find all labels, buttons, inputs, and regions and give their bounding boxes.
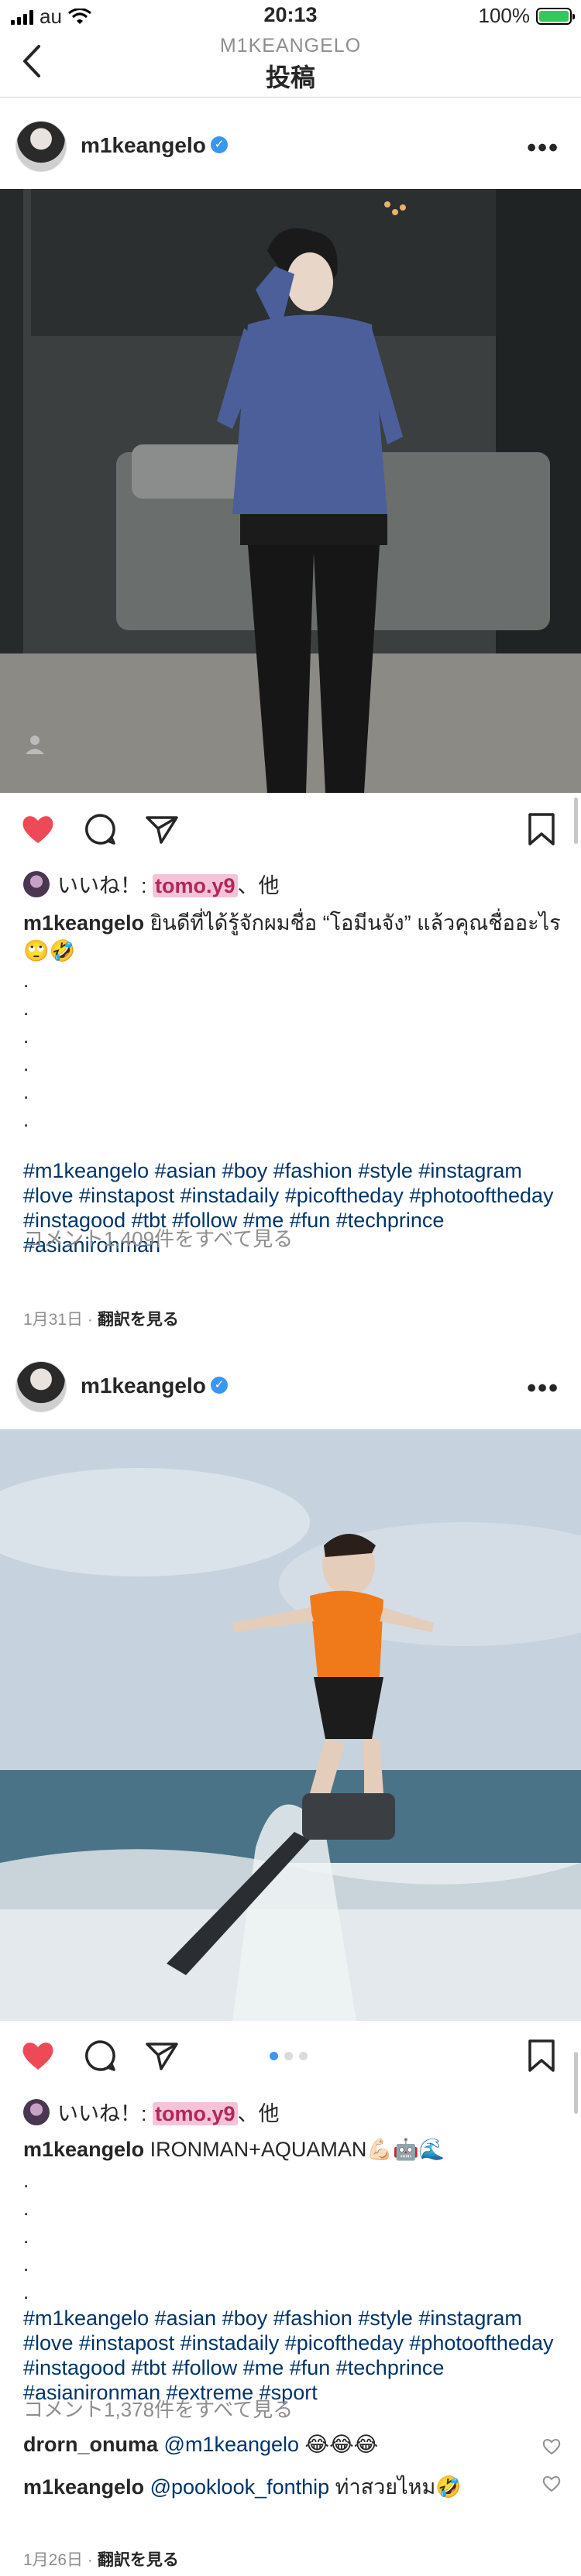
post-header: m1keangelo ✓ ••• <box>0 104 581 189</box>
bookmark-icon[interactable] <box>524 811 559 847</box>
battery-percent: 100% <box>478 4 531 27</box>
comment-icon[interactable] <box>82 2038 118 2073</box>
comment-username[interactable]: drorn_onuma <box>23 2433 158 2456</box>
more-options-icon[interactable]: ••• <box>527 1374 559 1404</box>
comment-mention[interactable]: @pooklook_fonthip <box>150 2475 330 2499</box>
comment-like-icon[interactable] <box>542 2475 561 2493</box>
comment-username[interactable]: m1keangelo <box>23 2475 144 2499</box>
likes-line: いいね！: tomo.y9 、他 <box>23 2097 280 2127</box>
comment-like-icon[interactable] <box>542 2437 561 2456</box>
carousel-dots <box>270 2052 308 2060</box>
tag-people-icon[interactable] <box>23 732 46 756</box>
comment-text: ท่าสวยไหม🤣 <box>329 2475 462 2499</box>
like-heart-icon[interactable] <box>20 811 56 847</box>
post-photo-art <box>0 189 581 793</box>
caption-dot: . <box>23 1024 29 1048</box>
comment-row: m1keangelo @pooklook_fonthip ท่าสวยไหม🤣 <box>23 2470 535 2503</box>
verified-badge-icon: ✓ <box>211 1377 228 1394</box>
liker-username[interactable]: tomo.y9 <box>153 2102 238 2125</box>
post-caption: m1keangelo ยินดีที่ได้รู้จักผมชื่อ “โอมี… <box>23 909 566 965</box>
post-actions <box>0 797 581 859</box>
caption-text: IRONMAN+AQUAMAN <box>144 2138 367 2161</box>
post-header: m1keangelo ✓ ••• <box>0 1344 581 1429</box>
bookmark-icon[interactable] <box>524 2038 559 2073</box>
post-username[interactable]: m1keangelo <box>81 1374 206 1398</box>
comment-row: drorn_onuma @m1keangelo 😂😂😂 <box>23 2433 535 2457</box>
liker-username[interactable]: tomo.y9 <box>153 874 238 897</box>
likes-line: いいね！: tomo.y9 、他 <box>23 869 280 899</box>
nav-title: 投稿 <box>265 63 315 91</box>
caption-username[interactable]: m1keangelo <box>23 2138 144 2161</box>
view-all-comments-link[interactable]: コメント1,378件をすべて見る <box>23 2394 293 2423</box>
caption-dot: . <box>23 1080 29 1103</box>
liker-avatar <box>23 870 50 897</box>
caption-dot: . <box>23 1108 29 1131</box>
translate-link[interactable]: 翻訳を見る <box>98 1311 179 1329</box>
more-options-icon[interactable]: ••• <box>527 133 559 163</box>
avatar[interactable] <box>15 121 67 172</box>
comment-text: 😂😂😂 <box>299 2433 379 2456</box>
likes-suffix[interactable]: 、他 <box>238 874 280 897</box>
like-heart-icon[interactable] <box>20 2038 56 2073</box>
caption-emoji: 🙄🤣 <box>23 939 76 962</box>
caption-dot: . <box>23 2197 29 2220</box>
post-photo[interactable] <box>0 189 581 793</box>
post-photo[interactable] <box>0 1429 581 2021</box>
post-date: 1月31日 · 翻訳を見る <box>23 1311 179 1329</box>
avatar[interactable] <box>15 1361 67 1412</box>
post-date-text: 1月26日 <box>23 2551 84 2569</box>
caption-dot: . <box>23 996 29 1020</box>
caption-dot: . <box>23 1052 29 1075</box>
status-right: 100% <box>478 4 575 28</box>
caption-dot: . <box>23 2280 29 2303</box>
post-actions <box>0 2024 581 2086</box>
comment-mention[interactable]: @m1keangelo <box>164 2433 300 2456</box>
share-send-icon[interactable] <box>144 2038 180 2073</box>
likes-prefix: いいね！: <box>57 2102 153 2125</box>
likes-suffix[interactable]: 、他 <box>238 2102 280 2125</box>
scroll-indicator <box>574 797 578 844</box>
nav-bar: M1KEANGELO 投稿 <box>0 31 581 98</box>
likes-prefix: いいね！: <box>57 874 153 897</box>
status-bar: au 20:13 100% <box>0 0 581 31</box>
liker-avatar <box>23 2098 50 2125</box>
caption-username[interactable]: m1keangelo <box>23 911 144 935</box>
caption-dot: . <box>23 2252 29 2276</box>
caption-dot: . <box>23 969 29 992</box>
caption-dot: . <box>23 2169 29 2192</box>
post-photo-art <box>0 1429 581 2021</box>
caption-dot: . <box>23 2224 29 2248</box>
nav-subtitle: M1KEANGELO <box>219 35 362 57</box>
scroll-indicator <box>574 2052 578 2114</box>
battery-icon <box>536 7 575 25</box>
share-send-icon[interactable] <box>144 811 180 847</box>
post-username[interactable]: m1keangelo <box>81 133 206 158</box>
caption-emoji: 💪🏻🤖🌊 <box>366 2138 445 2161</box>
post-caption: m1keangelo IRONMAN+AQUAMAN💪🏻🤖🌊 <box>23 2135 566 2163</box>
caption-text: ยินดีที่ได้รู้จักผมชื่อ “โอมีนจัง” แล้วค… <box>144 911 561 935</box>
verified-badge-icon: ✓ <box>211 136 228 153</box>
translate-link[interactable]: 翻訳を見る <box>98 2551 179 2569</box>
hashtags[interactable]: #m1keangelo #asian #boy #fashion #style … <box>23 2306 566 2405</box>
view-all-comments-link[interactable]: コメント1,409件をすべて見る <box>23 1223 293 1252</box>
comment-icon[interactable] <box>82 811 118 847</box>
post-date-text: 1月31日 <box>23 1311 84 1329</box>
post-date: 1月26日 · 翻訳を見る <box>23 2551 179 2569</box>
